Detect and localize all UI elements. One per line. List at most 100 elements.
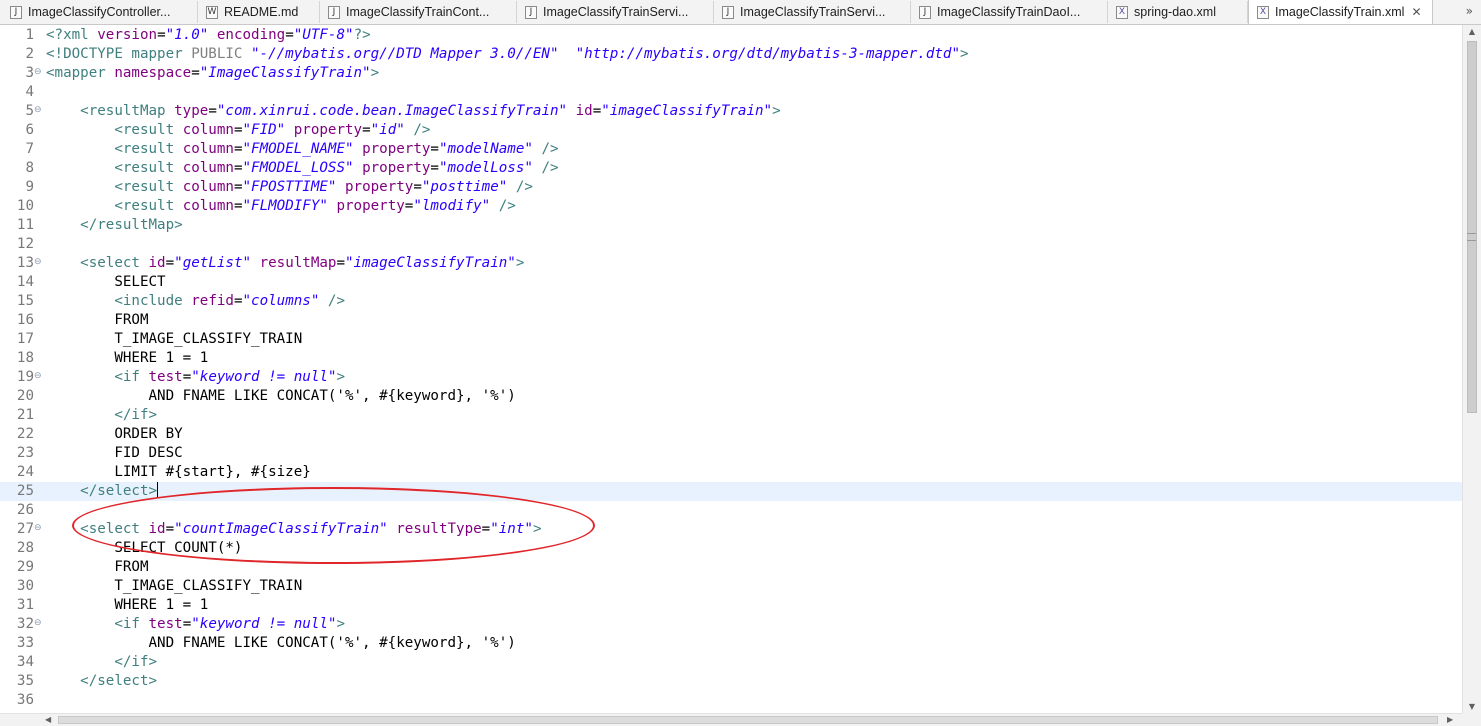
code-text: <?xml version="1.0" encoding="UTF-8"?> [46,26,371,45]
code-line[interactable]: 34 </if> [0,653,1462,672]
text-caret [157,482,159,498]
code-text: WHERE 1 = 1 [46,349,208,368]
code-token: "int" [490,521,533,537]
code-token: "countImageClassifyTrain" [174,521,388,537]
tab-imageclassifytrain-xml[interactable]: X ImageClassifyTrain.xml ✕ [1248,0,1433,24]
code-line[interactable]: 12 [0,235,1462,254]
fold-toggle-icon[interactable]: ⊖ [34,615,44,632]
code-token: <if [114,616,140,632]
code-line[interactable]: 4 [0,83,1462,102]
code-text: </if> [46,406,157,425]
code-line[interactable]: 7 <result column="FMODEL_NAME" property=… [0,140,1462,159]
code-line[interactable]: 19 ⊖ <if test="keyword != null"> [0,368,1462,387]
code-text: <result column="FPOSTTIME" property="pos… [46,178,533,197]
code-line[interactable]: 27 ⊖ <select id="countImageClassifyTrain"… [0,520,1462,539]
code-text: FROM [46,558,148,577]
tab-imageclassifytrainserviceimpl[interactable]: J ImageClassifyTrainServi... [714,1,911,23]
code-line[interactable]: 30 T_IMAGE_CLASSIFY_TRAIN [0,577,1462,596]
horizontal-scrollbar[interactable]: ◀ ▶ [0,713,1462,726]
code-line[interactable]: 25 </select> [0,482,1462,501]
tab-imageclassifytraincontroller[interactable]: J ImageClassifyTrainCont... [320,1,517,23]
vertical-scrollbar[interactable]: ▲ ▼ [1462,25,1481,713]
fold-toggle-icon[interactable]: ⊖ [34,368,44,385]
fold-toggle-icon[interactable]: ⊖ [34,254,44,271]
code-token: <result [114,141,175,157]
scroll-left-arrow-icon[interactable]: ◀ [45,714,51,726]
code-line[interactable]: 17 T_IMAGE_CLASSIFY_TRAIN [0,330,1462,349]
code-line[interactable]: 22 ORDER BY [0,425,1462,444]
code-line[interactable]: 26 [0,501,1462,520]
code-line[interactable]: 18 WHERE 1 = 1 [0,349,1462,368]
fold-toggle-icon[interactable]: ⊖ [34,520,44,537]
code-token: = [430,141,439,157]
code-line[interactable]: 2 <!DOCTYPE mapper PUBLIC "-//mybatis.org… [0,45,1462,64]
code-line[interactable]: 11 </resultMap> [0,216,1462,235]
code-line[interactable]: 10 <result column="FLMODIFY" property="l… [0,197,1462,216]
fold-toggle-icon[interactable]: ⊖ [34,102,44,119]
code-line[interactable]: 21 </if> [0,406,1462,425]
code-text: <mapper namespace="ImageClassifyTrain"> [46,64,379,83]
code-text: LIMIT #{start}, #{size} [46,463,310,482]
code-line[interactable]: 31 WHERE 1 = 1 [0,596,1462,615]
line-number: 25 [16,483,34,499]
vertical-scroll-thumb[interactable] [1467,41,1477,413]
code-token: /> [498,198,516,214]
code-token: "id" [370,122,405,138]
java-file-icon: J [722,5,734,19]
tab-label: ImageClassifyTrainCont... [346,5,490,19]
code-line[interactable]: 8 <result column="FMODEL_LOSS" property=… [0,159,1462,178]
tab-readme[interactable]: W README.md [198,1,320,23]
code-line[interactable]: 20 AND FNAME LIKE CONCAT('%', #{keyword}… [0,387,1462,406]
tab-spring-dao[interactable]: X spring-dao.xml [1108,1,1248,23]
close-icon[interactable]: ✕ [1411,5,1421,19]
code-token: AND FNAME LIKE CONCAT('%', #{keyword}, '… [46,635,516,651]
tab-imageclassifytrainservice[interactable]: J ImageClassifyTrainServi... [517,1,714,23]
code-line[interactable]: 29 FROM [0,558,1462,577]
code-line[interactable]: 14 SELECT [0,273,1462,292]
code-text: T_IMAGE_CLASSIFY_TRAIN [46,330,302,349]
code-token: > [532,521,542,537]
code-token: property [293,122,363,138]
code-line[interactable]: 1 <?xml version="1.0" encoding="UTF-8"?> [0,26,1462,45]
code-token: id [575,103,593,119]
scroll-down-arrow-icon[interactable]: ▼ [1463,702,1481,711]
code-line[interactable]: 16 FROM [0,311,1462,330]
code-line[interactable]: 13 ⊖ <select id="getList" resultMap="imag… [0,254,1462,273]
code-editor[interactable]: 1 <?xml version="1.0" encoding="UTF-8"?> 2… [0,25,1462,713]
code-token: WHERE 1 = 1 [46,350,209,366]
line-number: 18 [16,350,34,366]
code-line[interactable]: 15 <include refid="columns" /> [0,292,1462,311]
code-line[interactable]: 24 LIMIT #{start}, #{size} [0,463,1462,482]
code-line[interactable]: 6 <result column="FID" property="id" /> [0,121,1462,140]
code-line[interactable]: 35 </select> [0,672,1462,691]
code-line[interactable]: 9 <result column="FPOSTTIME" property="p… [0,178,1462,197]
code-token: "keyword != null" [191,616,337,632]
code-line[interactable]: 23 FID DESC [0,444,1462,463]
tab-imageclassifytraindaoimpl[interactable]: J ImageClassifyTrainDaoI... [911,1,1108,23]
code-line[interactable]: 32 ⊖ <if test="keyword != null"> [0,615,1462,634]
code-line[interactable]: 28 SELECT COUNT(*) [0,539,1462,558]
code-line[interactable]: 3 ⊖ <mapper namespace="ImageClassifyTrain"… [0,64,1462,83]
code-line[interactable]: 5 ⊖ <resultMap type="com.xinrui.code.bean… [0,102,1462,121]
code-line[interactable]: 36 [0,691,1462,710]
code-text: <if test="keyword != null"> [46,368,345,387]
code-line[interactable]: 33 AND FNAME LIKE CONCAT('%', #{keyword}… [0,634,1462,653]
line-number: 16 [16,312,34,328]
tab-imageclassifycontroller[interactable]: J ImageClassifyController... [2,1,198,23]
code-token: <? [46,27,64,43]
line-number: 34 [16,654,34,670]
scroll-right-arrow-icon[interactable]: ▶ [1447,714,1453,726]
horizontal-scroll-thumb[interactable] [58,716,1438,724]
line-number: 3 [25,65,34,81]
code-token: property [336,198,405,214]
tab-overflow-chevron-icon[interactable]: » [1466,4,1473,18]
code-token: </if> [114,407,158,423]
fold-toggle-icon[interactable]: ⊖ [34,64,44,81]
scroll-up-arrow-icon[interactable]: ▲ [1463,27,1481,36]
tab-label: spring-dao.xml [1134,5,1216,19]
